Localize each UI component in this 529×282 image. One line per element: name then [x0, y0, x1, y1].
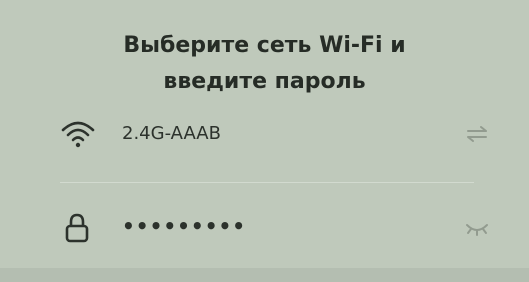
- password-value: •••••••••: [122, 214, 247, 238]
- switch-network-icon[interactable]: [464, 122, 490, 146]
- row-divider: [60, 182, 474, 183]
- bottom-band: [0, 268, 529, 282]
- dialog-title: Выберите сеть Wi-Fi и введите пароль: [0, 28, 529, 100]
- wifi-setup-card: Выберите сеть Wi-Fi и введите пароль 2.4…: [0, 0, 529, 282]
- password-field[interactable]: •••••••••: [60, 204, 490, 252]
- title-line-1: Выберите сеть Wi-Fi и: [123, 33, 406, 58]
- network-selector[interactable]: 2.4G-AAAB: [60, 110, 490, 158]
- lock-icon: [65, 213, 89, 243]
- network-ssid: 2.4G-AAAB: [122, 123, 221, 144]
- wifi-icon: [61, 121, 95, 148]
- eye-closed-icon[interactable]: [464, 216, 490, 240]
- title-line-2: введите пароль: [163, 69, 366, 94]
